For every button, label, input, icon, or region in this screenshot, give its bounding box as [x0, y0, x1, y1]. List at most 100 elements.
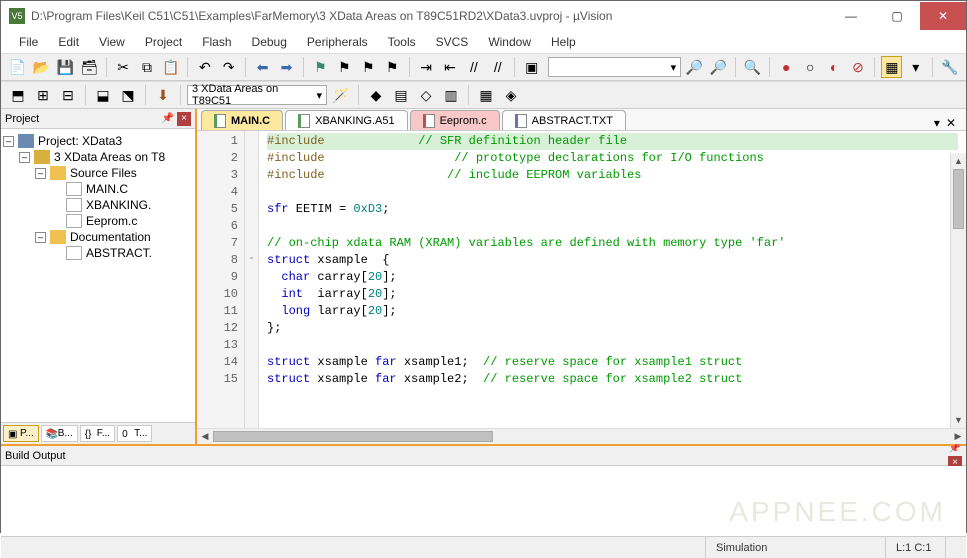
manage-rte-icon[interactable]: ◈ — [500, 84, 522, 106]
project-tab[interactable]: 📚B... — [41, 425, 78, 442]
bookmark-prev-icon[interactable]: ⚑ — [334, 56, 355, 78]
menu-debug[interactable]: Debug — [244, 33, 295, 51]
menu-file[interactable]: File — [11, 33, 46, 51]
macro-icon[interactable]: ▣ — [521, 56, 542, 78]
tree-expander-icon[interactable]: – — [35, 168, 46, 179]
menu-tools[interactable]: Tools — [380, 33, 424, 51]
indent-icon[interactable]: ⇥ — [416, 56, 437, 78]
editor-close-icon[interactable]: ✕ — [946, 116, 956, 130]
minimize-button[interactable]: — — [828, 2, 874, 30]
project-tab[interactable]: 0T... — [117, 425, 152, 442]
editor-tab[interactable]: Eeprom.c — [410, 110, 500, 130]
redo-icon[interactable]: ↷ — [218, 56, 239, 78]
nav-back-icon[interactable]: ⬅ — [252, 56, 273, 78]
code-text[interactable]: #include // SFR definition header file #… — [259, 131, 966, 428]
target-options-icon[interactable]: 🪄 — [330, 84, 352, 106]
menu-window[interactable]: Window — [480, 33, 539, 51]
editor-tab[interactable]: MAIN.C — [201, 110, 283, 130]
horizontal-scrollbar[interactable]: ◀ ▶ — [197, 428, 966, 444]
build-output-header: Build Output 📌 × — [1, 446, 966, 466]
build-icon[interactable]: ⊞ — [32, 84, 54, 106]
tree-group[interactable]: –Documentation — [3, 229, 193, 245]
cut-icon[interactable]: ✂ — [113, 56, 134, 78]
stop-build-icon[interactable]: ⬔ — [117, 84, 139, 106]
tree-file[interactable]: MAIN.C — [3, 181, 193, 197]
comment-icon[interactable]: // — [463, 56, 484, 78]
tree-label: ABSTRACT. — [86, 246, 152, 260]
breakpoint-disable-icon[interactable]: ◐ — [824, 56, 845, 78]
find-icon[interactable]: 🔎 — [684, 56, 705, 78]
open-file-icon[interactable]: 📂 — [31, 56, 52, 78]
tree-file[interactable]: ABSTRACT. — [3, 245, 193, 261]
scroll-left-icon[interactable]: ◀ — [197, 431, 213, 442]
editor-tab[interactable]: ABSTRACT.TXT — [502, 110, 626, 130]
menu-project[interactable]: Project — [137, 33, 190, 51]
scroll-right-icon[interactable]: ▶ — [950, 431, 966, 442]
project-tab[interactable]: ▣P... — [3, 425, 39, 442]
tree-file[interactable]: XBANKING. — [3, 197, 193, 213]
layout-dropdown-icon[interactable]: ▾ — [905, 56, 926, 78]
folders-icon[interactable]: ▥ — [440, 84, 462, 106]
pin-icon[interactable]: 📌 — [161, 112, 175, 126]
bookmark-next-icon[interactable]: ⚑ — [358, 56, 379, 78]
debug-icon[interactable]: 🔍 — [742, 56, 763, 78]
code-area[interactable]: 123456789101112131415 - #include // SFR … — [197, 131, 966, 428]
project-tab[interactable]: {}F... — [80, 425, 115, 442]
target-selector[interactable]: 3 XData Areas on T89C51▾ — [187, 85, 327, 105]
window-layout-icon[interactable]: ▦ — [881, 56, 902, 78]
breakpoint-enable-icon[interactable]: ○ — [800, 56, 821, 78]
breakpoint-insert-icon[interactable]: ● — [776, 56, 797, 78]
books-icon[interactable]: ◇ — [415, 84, 437, 106]
panel-close-icon[interactable]: × — [177, 112, 191, 126]
tree-target[interactable]: –3 XData Areas on T8 — [3, 149, 193, 165]
pack-icon[interactable]: ▦ — [475, 84, 497, 106]
menu-view[interactable]: View — [91, 33, 133, 51]
bookmark-clear-icon[interactable]: ⚑ — [382, 56, 403, 78]
menu-flash[interactable]: Flash — [194, 33, 239, 51]
menu-help[interactable]: Help — [543, 33, 584, 51]
find-combo[interactable]: ▾ — [548, 57, 681, 77]
uncomment-icon[interactable]: // — [487, 56, 508, 78]
menu-peripherals[interactable]: Peripherals — [299, 33, 376, 51]
build-output-body[interactable]: APPNEE.COM — [1, 466, 966, 536]
breakpoint-kill-icon[interactable]: ⊘ — [848, 56, 869, 78]
tree-expander-icon[interactable]: – — [19, 152, 30, 163]
window-menu-icon[interactable]: ▾ — [934, 116, 940, 130]
close-button[interactable]: ✕ — [920, 2, 966, 30]
batch-build-icon[interactable]: ⬓ — [92, 84, 114, 106]
tab-label: ABSTRACT.TXT — [532, 115, 613, 127]
maximize-button[interactable]: ▢ — [874, 2, 920, 30]
manage-targets-icon[interactable]: ◆ — [365, 84, 387, 106]
outdent-icon[interactable]: ⇤ — [440, 56, 461, 78]
h-scroll-thumb[interactable] — [213, 431, 493, 442]
fold-gutter[interactable]: - — [245, 131, 259, 428]
tree-group[interactable]: –Source Files — [3, 165, 193, 181]
translate-icon[interactable]: ⬒ — [7, 84, 29, 106]
file-ext-icon[interactable]: ▤ — [390, 84, 412, 106]
nav-fwd-icon[interactable]: ➡ — [276, 56, 297, 78]
vertical-scrollbar[interactable]: ▲ ▼ — [950, 153, 966, 428]
rebuild-icon[interactable]: ⊟ — [57, 84, 79, 106]
save-all-icon[interactable]: 🗃 — [79, 56, 100, 78]
menu-svcs[interactable]: SVCS — [428, 33, 477, 51]
tree-file[interactable]: Eeprom.c — [3, 213, 193, 229]
editor-tab[interactable]: XBANKING.A51 — [285, 110, 407, 130]
find-in-files-icon[interactable]: 🔎 — [708, 56, 729, 78]
tree-project-root[interactable]: –Project: XData3 — [3, 133, 193, 149]
project-panel-header: Project 📌 × — [1, 109, 195, 129]
scroll-up-icon[interactable]: ▲ — [951, 153, 966, 169]
download-icon[interactable]: ⬇ — [152, 84, 174, 106]
scroll-thumb[interactable] — [953, 169, 964, 229]
tree-expander-icon[interactable]: – — [35, 232, 46, 243]
bookmark-icon[interactable]: ⚑ — [310, 56, 331, 78]
configure-icon[interactable]: 🔧 — [939, 56, 960, 78]
save-icon[interactable]: 💾 — [55, 56, 76, 78]
undo-icon[interactable]: ↶ — [194, 56, 215, 78]
paste-icon[interactable]: 📋 — [160, 56, 181, 78]
copy-icon[interactable]: ⧉ — [137, 56, 158, 78]
tree-expander-icon[interactable]: – — [3, 136, 14, 147]
menu-edit[interactable]: Edit — [50, 33, 87, 51]
scroll-down-icon[interactable]: ▼ — [951, 412, 966, 428]
new-file-icon[interactable]: 📄 — [7, 56, 28, 78]
project-tree[interactable]: –Project: XData3–3 XData Areas on T8–Sou… — [1, 129, 195, 422]
